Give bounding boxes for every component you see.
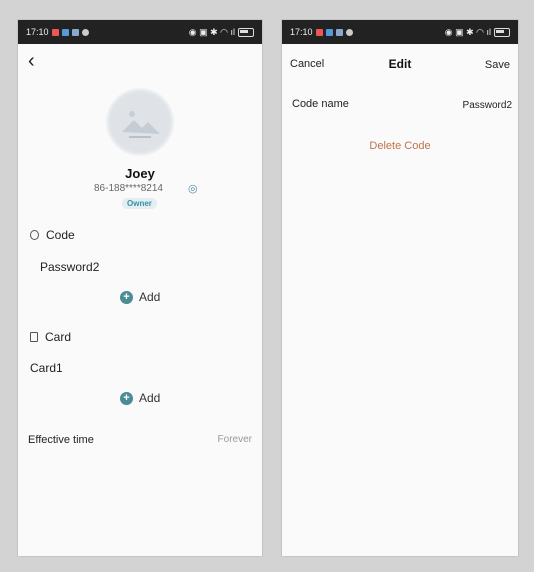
notification-icon — [315, 28, 323, 36]
user-detail-screen: 17:10 ◉ ▣ ✱ ◠ ıl ‹ Joey 86-188****8214 ◎… — [18, 20, 262, 556]
effective-time-label: Effective time — [28, 434, 94, 446]
effective-time-value[interactable]: Forever — [218, 434, 252, 445]
code-section-header: Code — [30, 228, 75, 242]
save-button[interactable]: Save — [485, 59, 510, 71]
role-badge: Owner — [122, 198, 157, 209]
plus-circle-icon: + — [120, 391, 133, 405]
add-code-label: Add — [139, 290, 161, 304]
plus-circle-icon: + — [120, 290, 133, 304]
code-section-title: Code — [46, 228, 75, 242]
notification-icon — [71, 28, 79, 36]
battery-icon — [238, 27, 254, 37]
delete-code-button[interactable]: Delete Code — [282, 140, 518, 152]
code-icon — [30, 230, 39, 240]
qr-code-icon[interactable]: ◎ — [188, 182, 198, 195]
status-bar: 17:10 ◉ ▣ ✱ ◠ ıl — [18, 20, 262, 44]
card-section-header: Card — [30, 330, 71, 344]
edit-code-screen: 17:10 ◉ ▣ ✱ ◠ ıl Cancel Edit Save Code n… — [282, 20, 518, 556]
notification-icon — [61, 28, 69, 36]
page-title: Edit — [388, 57, 412, 71]
card-section-title: Card — [45, 330, 72, 344]
signal-icon: ◉ ▣ ✱ ◠ ıl — [188, 26, 235, 37]
mountain-image-icon — [110, 92, 170, 152]
code-name-label: Code name — [292, 98, 349, 110]
status-bar: 17:10 ◉ ▣ ✱ ◠ ıl — [282, 20, 518, 44]
status-time: 17:10 — [26, 27, 49, 37]
notification-icon — [325, 28, 333, 36]
battery-icon — [494, 27, 510, 37]
notification-icon — [345, 28, 353, 36]
notification-icon — [51, 28, 59, 36]
user-phone: 86-188****8214 — [94, 183, 163, 194]
avatar[interactable] — [106, 88, 174, 156]
code-item[interactable]: Password2 — [40, 260, 99, 274]
notification-icon — [81, 28, 89, 36]
add-card-label: Add — [139, 391, 161, 405]
add-card-button[interactable]: + Add — [120, 391, 160, 405]
back-button[interactable]: ‹ — [28, 50, 35, 72]
code-name-field[interactable]: Password2 — [463, 100, 512, 111]
notification-icon — [335, 28, 343, 36]
add-code-button[interactable]: + Add — [120, 290, 160, 304]
user-name: Joey — [125, 166, 155, 181]
status-time: 17:10 — [290, 27, 313, 37]
card-item[interactable]: Card1 — [30, 361, 63, 375]
card-icon — [30, 332, 38, 342]
signal-icon: ◉ ▣ ✱ ◠ ıl — [444, 26, 491, 37]
